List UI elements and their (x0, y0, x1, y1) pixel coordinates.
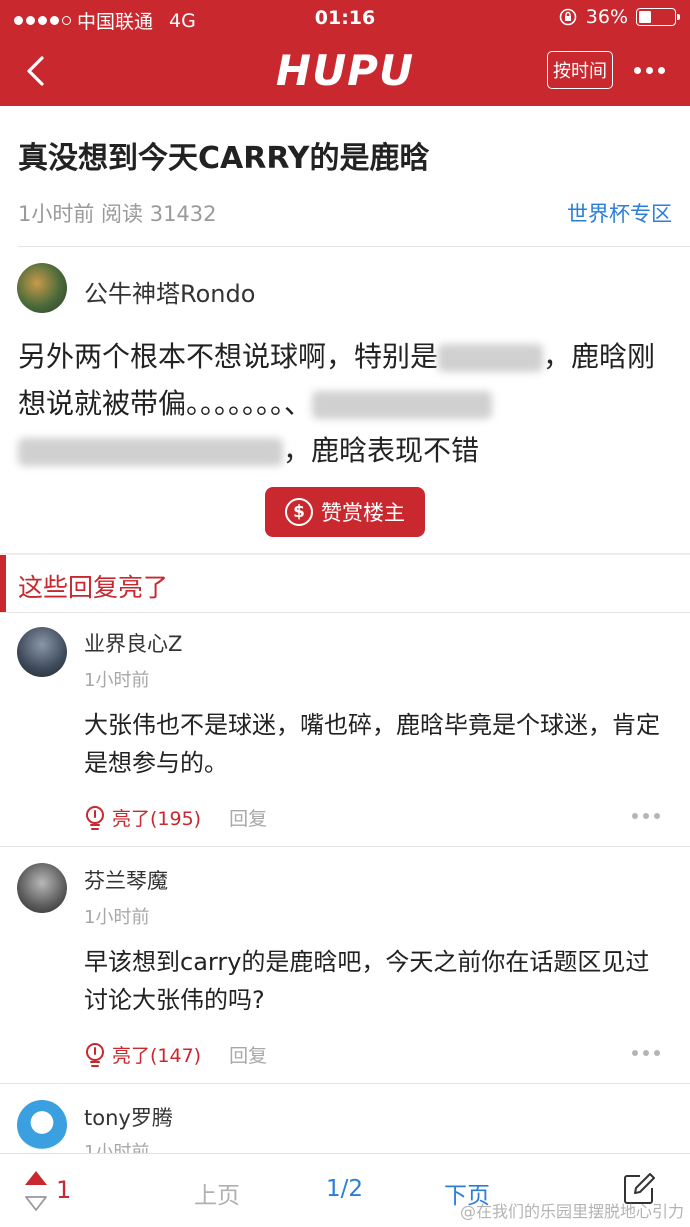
highlights-header: 这些回复亮了 (0, 555, 690, 612)
comment-more-icon[interactable] (632, 1050, 660, 1056)
divider (0, 1083, 690, 1084)
post-body-text-3: ，鹿晗表现不错 (283, 434, 480, 467)
commenter-avatar[interactable] (17, 863, 67, 913)
author-avatar[interactable] (17, 263, 67, 313)
commenter-name[interactable]: tony罗腾 (84, 1102, 173, 1132)
more-options-icon[interactable] (628, 56, 670, 84)
battery-level-fill (639, 11, 652, 23)
light-count: 亮了(147) (112, 1045, 202, 1067)
lightbulb-icon (86, 1042, 104, 1067)
watermark-text: @在我们的乐园里摆脱地心引力 (459, 1202, 684, 1221)
reward-author-button[interactable]: $ 赞赏楼主 (265, 487, 425, 537)
author-name[interactable]: 公牛神塔Rondo (84, 274, 255, 309)
highlights-title: 这些回复亮了 (18, 573, 169, 602)
light-count: 亮了(195) (112, 808, 202, 830)
reward-label: 赞赏楼主 (321, 501, 405, 525)
lightbulb-icon (86, 805, 104, 830)
page-indicator[interactable]: 1/2 (326, 1176, 363, 1202)
battery-percent: 36% (585, 6, 628, 28)
section-link[interactable]: 世界杯专区 (567, 198, 672, 228)
blurred-text (312, 391, 493, 419)
post-body: 另外两个根本不想说球啊，特别是 ，鹿晗刚想说就被带偏。。。。。。。、，鹿晗表现不错 (18, 333, 668, 474)
vote-count: 1 (56, 1176, 72, 1204)
commenter-avatar[interactable] (17, 1100, 67, 1150)
rotation-lock-icon (559, 8, 577, 26)
dollar-coin-icon: $ (285, 498, 313, 526)
commenter-name[interactable]: 芬兰琴魔 (84, 865, 168, 895)
commenter-avatar[interactable] (17, 627, 67, 677)
comment-text: 早该想到carry的是鹿晗吧，今天之前你在话题区见过讨论大张伟的吗? (84, 948, 650, 1014)
vote-arrows-icon[interactable] (22, 1168, 50, 1214)
light-up-button[interactable]: 亮了(147) (84, 1041, 201, 1068)
comment-time: 1小时前 (84, 670, 150, 691)
post-meta: 1小时前 阅读 31432 (18, 202, 217, 226)
blurred-text (438, 344, 544, 372)
blurred-text (18, 438, 283, 466)
post-body-text-1: 另外两个根本不想说球啊，特别是 (18, 340, 439, 373)
comment-time: 1小时前 (84, 907, 150, 928)
commenter-name[interactable]: 业界良心Z (84, 628, 182, 658)
reply-button[interactable]: 回复 (229, 1041, 267, 1068)
accent-bar (0, 555, 6, 612)
comment-more-icon[interactable] (632, 813, 660, 819)
previous-page-button[interactable]: 上页 (194, 1176, 240, 1210)
divider (18, 246, 690, 247)
bottom-toolbar: 1 上页 1/2 下页 @在我们的乐园里摆脱地心引力 (0, 1153, 690, 1227)
light-up-button[interactable]: 亮了(195) (84, 804, 201, 831)
top-navigation-bar: HUPU 按时间 (0, 36, 690, 106)
status-bar: 中国联通 4G 01:16 36% (0, 0, 690, 36)
reply-button[interactable]: 回复 (229, 804, 267, 831)
comment-text: 大张伟也不是球迷，嘴也碎，鹿晗毕竟是个球迷，肯定是想参与的。 (84, 711, 660, 777)
divider (0, 846, 690, 847)
divider (0, 612, 690, 613)
post-title: 真没想到今天CARRY的是鹿晗 (18, 141, 430, 176)
sort-by-time-button[interactable]: 按时间 (547, 51, 613, 89)
battery-icon (636, 8, 680, 26)
